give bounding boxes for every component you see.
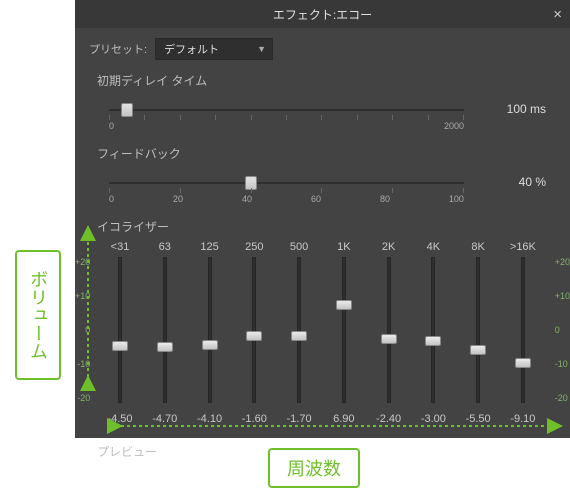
feedback-value: 40 % [519,175,546,189]
eq-band-63[interactable] [144,257,186,403]
eq-freq-label: 250 [233,241,275,253]
eq-track [521,257,525,403]
feedback-track [109,182,464,184]
eq-track [118,257,122,403]
eq-band-<31[interactable] [99,257,141,403]
close-icon[interactable]: × [553,6,562,23]
eq-grid: +20+100-10-20 +20+100-10-20 [99,257,544,403]
eq-band-250[interactable] [233,257,275,403]
eq-band-500[interactable] [278,257,320,403]
eq-thumb[interactable] [381,334,397,344]
delay-scale-labels: 0 2000 [109,121,464,131]
eq-label: イコライザー [97,218,556,235]
volume-arrow [80,228,96,393]
eq-thumb[interactable] [112,341,128,351]
eq-band-125[interactable] [189,257,231,403]
delay-label: 初期ディレイ タイム [97,72,556,89]
eq-thumb[interactable] [157,342,173,352]
eq-track [387,257,391,403]
eq-freq-label: 8K [457,241,499,253]
delay-track [109,109,464,111]
eq-freq-label: 63 [144,241,186,253]
eq-scale-tick: -10 [555,359,568,369]
feedback-tick-label: 20 [173,194,183,204]
eq-scale-tick: 0 [555,325,560,335]
delay-scale-min: 0 [109,121,114,131]
feedback-tick-label: 60 [311,194,321,204]
equalizer: <31631252505001K2K4K8K>16K +20+100-10-20… [89,241,556,425]
titlebar: エフェクト:エコー × [75,0,570,28]
eq-thumb[interactable] [336,300,352,310]
eq-thumb[interactable] [515,358,531,368]
eq-track [342,257,346,403]
eq-scale-right: +20 +10 0 -10 -20 [555,257,570,403]
eq-band-4K[interactable] [412,257,454,403]
eq-scale-tick: -20 [77,393,90,403]
eq-thumb[interactable] [425,336,441,346]
panel-title: エフェクト:エコー [273,6,372,23]
eq-track [163,257,167,403]
eq-track [431,257,435,403]
feedback-scale-labels: 0 20 40 60 80 100 [109,194,464,204]
eq-thumb[interactable] [470,345,486,355]
eq-freq-label: 4K [412,241,454,253]
preset-select[interactable]: デフォルト ▼ [155,38,273,60]
eq-freq-label: <31 [99,241,141,253]
eq-thumb[interactable] [246,331,262,341]
preset-row: プリセット: デフォルト ▼ [89,38,556,60]
chevron-down-icon: ▼ [257,44,266,54]
preset-label: プリセット: [89,41,147,57]
eq-track [476,257,480,403]
eq-freq-header: <31631252505001K2K4K8K>16K [99,241,544,253]
eq-scale-tick: -20 [555,393,568,403]
eq-track [297,257,301,403]
eq-freq-label: 2K [368,241,410,253]
eq-band-2K[interactable] [368,257,410,403]
feedback-tick-label: 100 [449,194,464,204]
frequency-arrow [110,418,560,439]
feedback-tick-label: 40 [242,194,252,204]
feedback-label: フィードバック [97,145,556,162]
eq-freq-label: 500 [278,241,320,253]
delay-slider[interactable]: 0 2000 100 ms [99,95,556,139]
preset-value: デフォルト [164,41,219,57]
feedback-tick-label: 80 [380,194,390,204]
eq-track [208,257,212,403]
eq-thumb[interactable] [202,340,218,350]
eq-track [252,257,256,403]
effects-echo-panel: エフェクト:エコー × プリセット: デフォルト ▼ 初期ディレイ タイム 0 … [75,0,570,438]
eq-freq-label: 125 [189,241,231,253]
eq-freq-label: 1K [323,241,365,253]
eq-band-1K[interactable] [323,257,365,403]
delay-ticks [109,115,464,120]
delay-value: 100 ms [507,102,546,116]
feedback-slider[interactable]: 0 20 40 60 80 100 40 % [99,168,556,212]
eq-scale-tick: +10 [555,291,570,301]
eq-scale-tick: +20 [555,257,570,267]
delay-scale-max: 2000 [444,121,464,131]
feedback-ticks [109,188,464,193]
eq-band-8K[interactable] [457,257,499,403]
feedback-tick-label: 0 [109,194,114,204]
eq-band->16K[interactable] [502,257,544,403]
callout-volume: ボリューム [15,250,61,380]
eq-thumb[interactable] [291,331,307,341]
eq-freq-label: >16K [502,241,544,253]
callout-frequency: 周波数 [268,448,360,488]
